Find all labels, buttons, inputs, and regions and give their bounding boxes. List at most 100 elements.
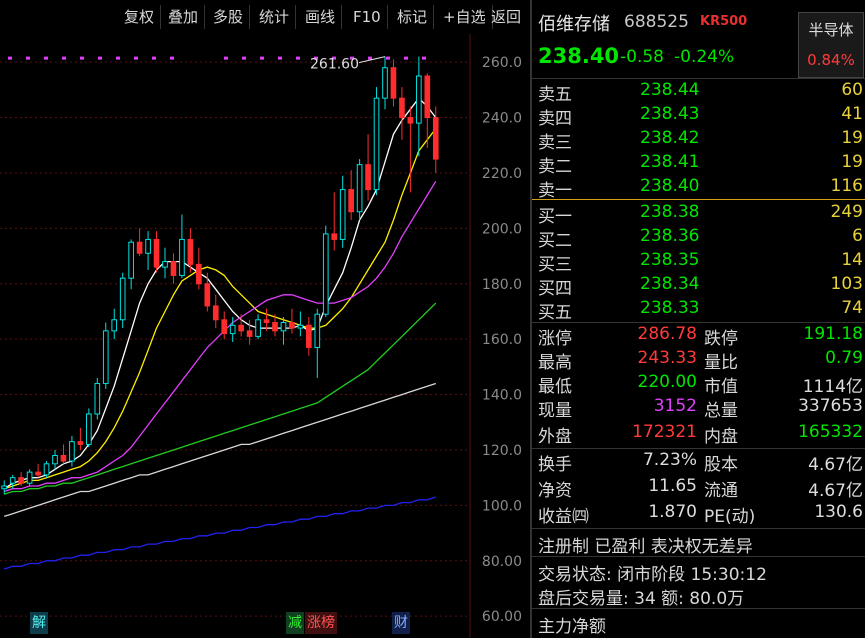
f10-button[interactable]: F10	[347, 5, 388, 29]
candle-body	[170, 261, 177, 276]
candle-body	[280, 322, 287, 332]
signal-dot	[170, 56, 174, 60]
overlay-button[interactable]: 叠加	[162, 5, 206, 29]
stat-value: 3152	[653, 396, 697, 416]
bid-row[interactable]: 买四 238.34 103	[532, 274, 865, 299]
candle-body	[128, 241, 134, 279]
divider	[532, 528, 865, 529]
bid-volume: 6	[852, 226, 863, 246]
ask-row[interactable]: 卖五 238.44 60	[532, 80, 865, 105]
finance-label: 净资	[538, 481, 572, 501]
candle-body	[297, 324, 304, 329]
candle-body	[18, 477, 24, 484]
bid-price: 238.36	[640, 226, 700, 246]
finance-tag[interactable]: 财	[392, 612, 410, 634]
bid-price: 238.35	[640, 250, 700, 270]
stat-label: 涨停	[538, 329, 572, 349]
stat-value: 165332	[798, 422, 863, 442]
statistics-button[interactable]: 统计	[253, 5, 297, 29]
stat-label: 现量	[538, 401, 572, 421]
candle-body	[35, 471, 41, 476]
ask-row[interactable]: 卖三 238.42 19	[532, 128, 865, 153]
signal-dot	[116, 56, 120, 60]
kline-chart-svg[interactable]: 260.0 240.0 220.0 200.0 180.0 160.0 140.0 120.0…	[0, 34, 530, 638]
signal-dot	[296, 56, 300, 60]
candle-body	[246, 330, 253, 337]
y-tick-label: 200.0	[482, 221, 522, 237]
candle-body	[322, 233, 329, 315]
stat-value: 337653	[798, 396, 863, 416]
signal-dot	[134, 56, 138, 60]
bid-row[interactable]: 买一 238.38 249	[532, 202, 865, 227]
bid-row[interactable]: 买二 238.36 6	[532, 226, 865, 251]
finance-label: 收益㈣	[538, 507, 589, 527]
fuquan-button[interactable]: 复权	[118, 5, 162, 29]
finance-row: 换手 7.23% 股本 4.67亿	[532, 450, 865, 475]
signal-dot	[8, 56, 12, 60]
signal-dot	[44, 56, 48, 60]
divider	[532, 78, 865, 79]
main-net-flow[interactable]: 主力净额	[538, 612, 606, 637]
candle-body	[365, 164, 371, 191]
y-tick-label: 240.0	[482, 111, 522, 127]
ask-price: 238.40	[640, 176, 700, 196]
ask-row[interactable]: 卖一 238.40 116	[532, 176, 865, 201]
bid-volume: 14	[841, 250, 863, 270]
candle-body	[348, 189, 354, 213]
stat-value: 220.00	[637, 372, 697, 392]
y-tick-label: 180.0	[482, 277, 522, 293]
candle-body	[339, 189, 346, 240]
sector-box[interactable]: 半导体 0.84%	[798, 12, 864, 78]
ask-volume: 19	[841, 128, 863, 148]
signal-dot	[26, 56, 30, 60]
y-tick-label: 60.00	[482, 609, 522, 625]
candle-body	[263, 319, 270, 324]
unlock-tag[interactable]: 解	[30, 612, 48, 634]
bid-price: 238.38	[640, 202, 700, 222]
multi-stock-button[interactable]: 多股	[207, 5, 251, 29]
signal-dot	[404, 56, 408, 60]
finance-label: 股本	[704, 455, 738, 475]
candle-body	[356, 164, 363, 213]
candle-body	[179, 238, 185, 276]
after-hours-volume: 盘后交易量: 34 额: 80.0万	[538, 589, 745, 609]
candle-body	[94, 382, 101, 415]
finance-value: 1.870	[648, 502, 697, 522]
signal-dot	[80, 56, 84, 60]
reduce-tag[interactable]: 减	[286, 612, 304, 634]
ask-label: 卖五	[538, 85, 572, 105]
candle-body	[162, 261, 168, 268]
ask-row[interactable]: 卖四 238.43 41	[532, 104, 865, 129]
bid-row[interactable]: 买五 238.33 74	[532, 298, 865, 323]
ask-row[interactable]: 卖二 238.41 19	[532, 152, 865, 177]
back-button[interactable]: 返回	[485, 5, 527, 29]
stat-row: 最低 220.00 市值 1114亿	[532, 372, 865, 397]
bid-label: 买五	[538, 303, 572, 323]
candle-body	[399, 97, 405, 119]
ask-label: 卖四	[538, 109, 572, 129]
y-tick-label: 120.0	[482, 443, 522, 459]
divider	[532, 448, 865, 449]
y-tick-label: 100.0	[482, 498, 522, 514]
bid-price: 238.34	[640, 274, 700, 294]
rise-list-tag[interactable]: 涨榜	[305, 612, 337, 634]
bid-label: 买二	[538, 231, 572, 251]
stat-label: 跌停	[704, 329, 738, 349]
bid-ask-divider	[532, 199, 865, 200]
candle-body	[1, 485, 8, 490]
candle-body	[432, 117, 439, 160]
bid-row[interactable]: 买三 238.35 14	[532, 250, 865, 275]
draw-line-button[interactable]: 画线	[299, 5, 343, 29]
ask-label: 卖二	[538, 157, 572, 177]
candle-body	[60, 454, 67, 462]
ask-volume: 41	[841, 104, 863, 124]
y-tick-label: 220.0	[482, 166, 522, 182]
mark-button[interactable]: 标记	[391, 5, 435, 29]
stat-label: 最高	[538, 353, 572, 373]
candle-body	[390, 67, 397, 99]
signal-dot	[422, 56, 426, 60]
stat-row: 涨停 286.78 跌停 191.18	[532, 324, 865, 349]
kline-chart[interactable]: 260.0 240.0 220.0 200.0 180.0 160.0 140.0 120.0…	[0, 34, 530, 638]
high-marker-label: 261.60	[310, 57, 359, 73]
stat-label: 市值	[704, 377, 738, 397]
